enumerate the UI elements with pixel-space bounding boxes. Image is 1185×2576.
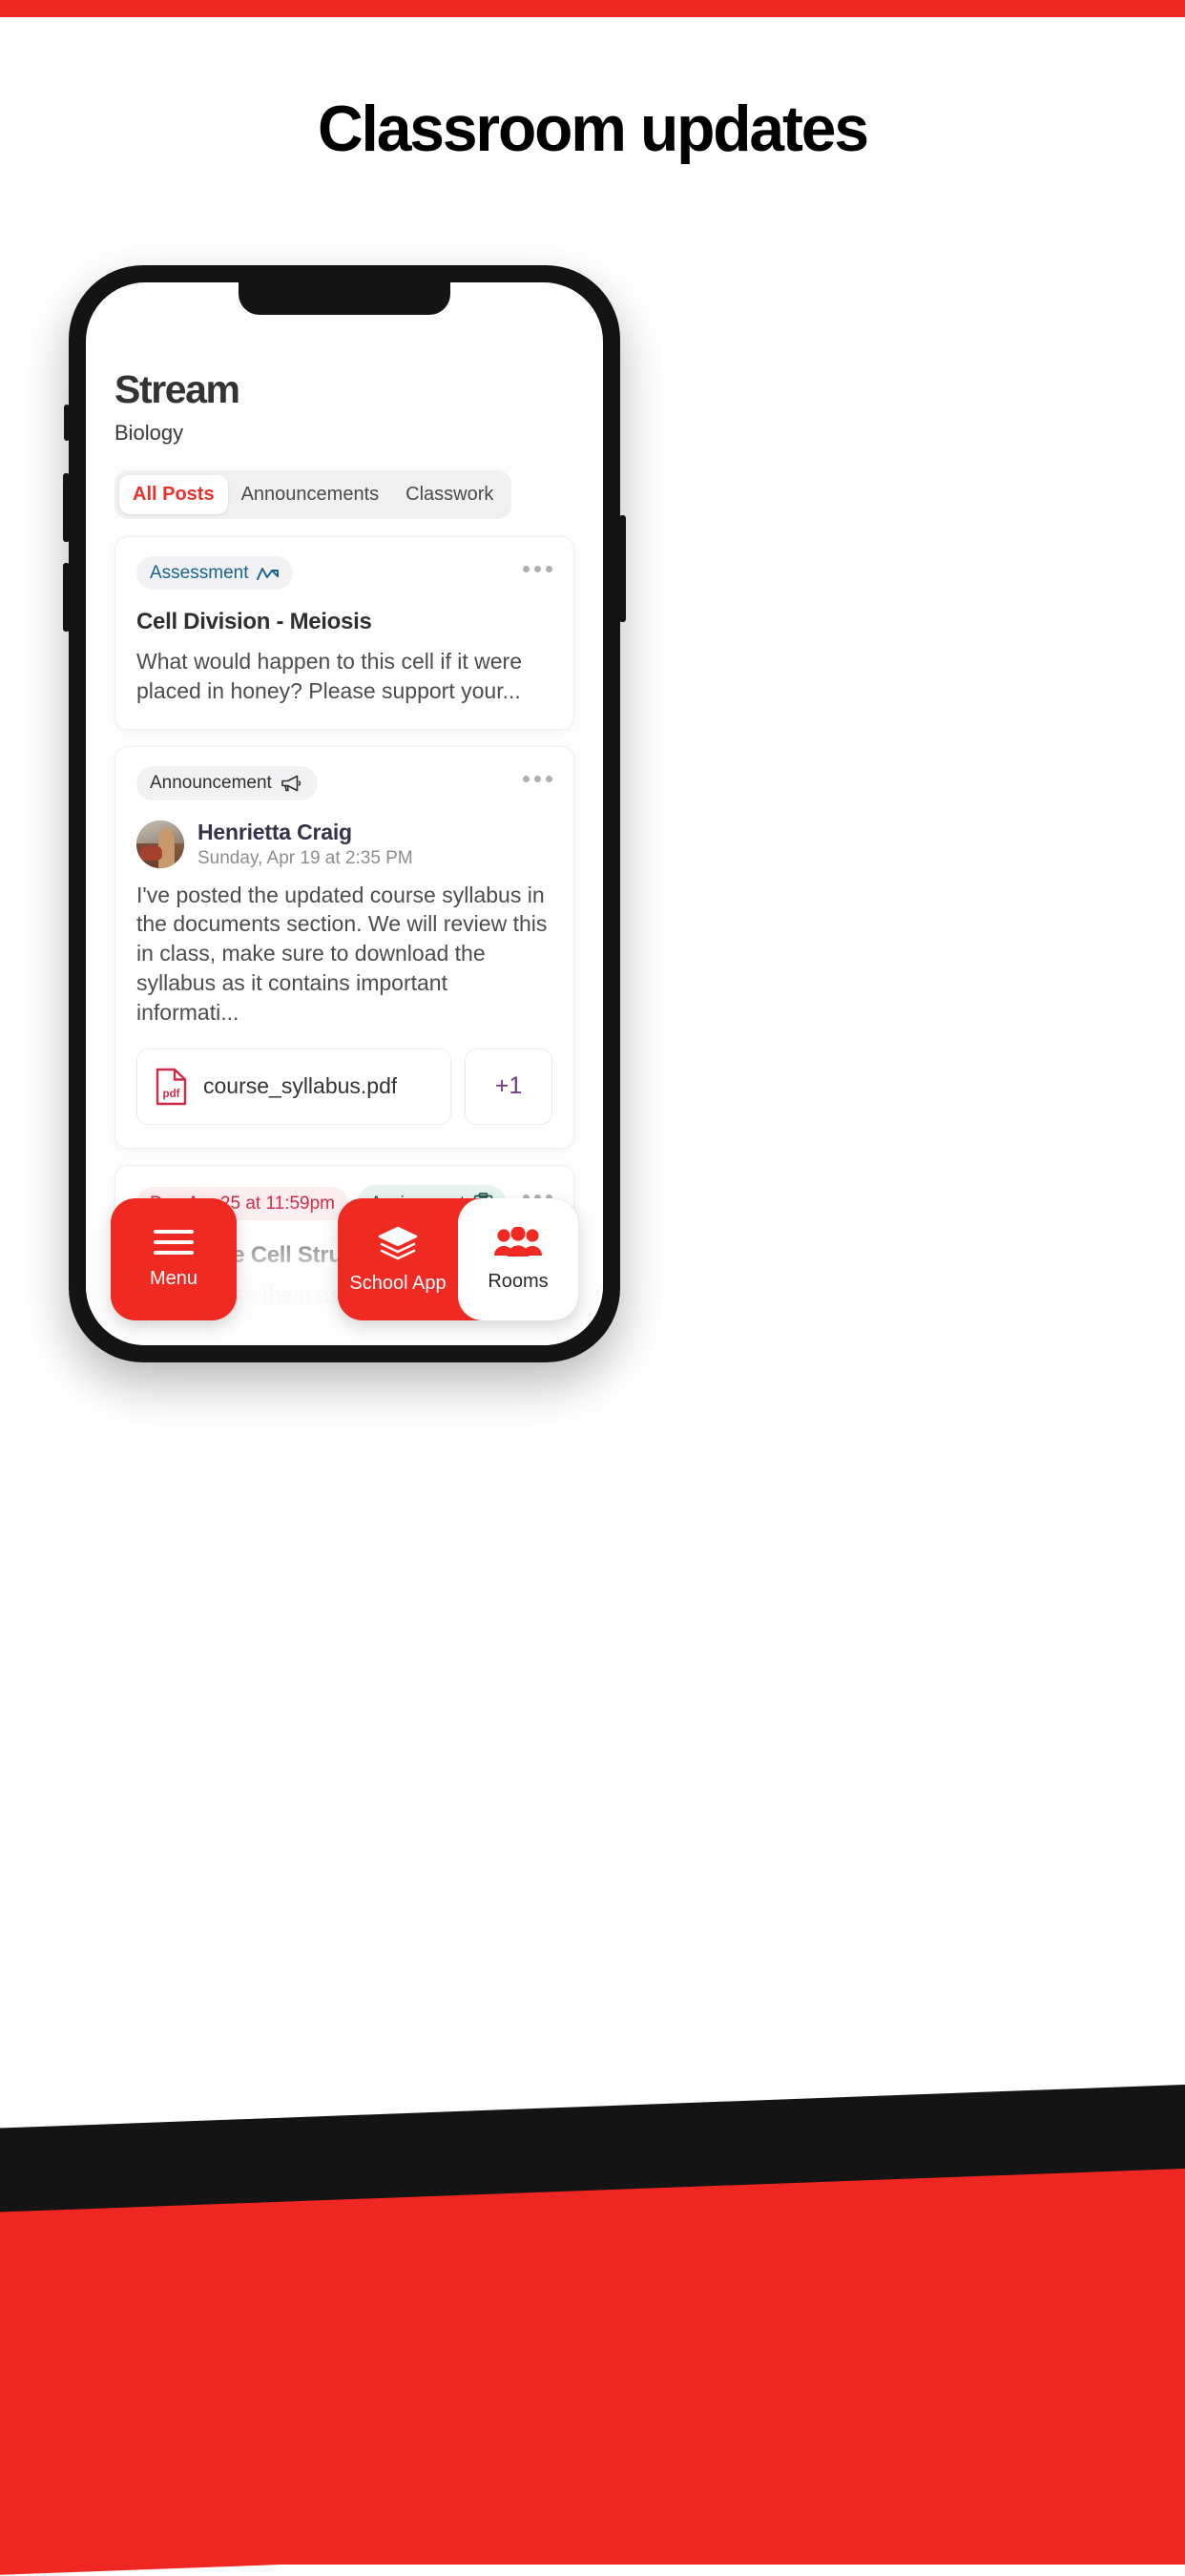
phone-notch bbox=[239, 282, 450, 315]
post-card-assessment[interactable]: Assessment Cell Division - Meiosis What … bbox=[114, 536, 574, 730]
author-name: Henrietta Craig bbox=[198, 819, 352, 844]
overflow-dots-icon[interactable] bbox=[523, 766, 552, 782]
attachment-item[interactable]: pdf course_syllabus.pdf bbox=[136, 1048, 451, 1125]
phone-power-button bbox=[619, 515, 626, 622]
bottom-navigation-bar: Menu School App Rooms bbox=[86, 1198, 603, 1320]
card-header-row: Announcement bbox=[136, 765, 552, 800]
page-headline: Classroom updates bbox=[318, 93, 869, 165]
attachment-row: pdf course_syllabus.pdf +1 bbox=[136, 1048, 552, 1125]
tab-announcements[interactable]: Announcements bbox=[228, 475, 393, 514]
school-app-button[interactable]: School App bbox=[338, 1198, 458, 1320]
phone-mockup: Stream Biology All Posts Announcements C… bbox=[63, 265, 626, 1362]
pdf-file-icon: pdf bbox=[155, 1067, 188, 1107]
badge-announcement-label: Announcement bbox=[150, 773, 272, 794]
attachment-more-button[interactable]: +1 bbox=[465, 1048, 552, 1125]
rooms-label: Rooms bbox=[488, 1270, 549, 1292]
phone-volume-up-button bbox=[63, 473, 70, 542]
svg-text:pdf: pdf bbox=[163, 1089, 180, 1100]
trend-chart-icon bbox=[257, 565, 280, 582]
menu-button[interactable]: Menu bbox=[111, 1198, 237, 1320]
people-group-icon bbox=[493, 1226, 543, 1259]
author-row: Henrietta Craig Sunday, Apr 19 at 2:35 P… bbox=[136, 820, 552, 869]
avatar bbox=[136, 820, 184, 868]
phone-screen: Stream Biology All Posts Announcements C… bbox=[86, 282, 603, 1345]
attachment-filename: course_syllabus.pdf bbox=[203, 1073, 398, 1099]
badge-announcement: Announcement bbox=[136, 765, 318, 800]
tab-classwork[interactable]: Classwork bbox=[392, 475, 507, 514]
post-card-announcement[interactable]: Announcement Henrietta Craig Sunday, Apr… bbox=[114, 745, 574, 1149]
rooms-button[interactable]: Rooms bbox=[458, 1198, 578, 1320]
post-body-line-2: help, for a project or an assignment. Th… bbox=[136, 1340, 552, 1345]
page-title: Stream bbox=[114, 367, 240, 411]
badge-assessment: Assessment bbox=[136, 556, 294, 590]
classroom-app: Stream Biology All Posts Announcements C… bbox=[86, 282, 603, 1345]
badge-group: Announcement bbox=[136, 765, 318, 800]
post-body: I've posted the updated course syllabus … bbox=[136, 882, 548, 1025]
tab-bar: All Posts Announcements Classwork bbox=[114, 470, 512, 519]
post-title: Cell Division - Meiosis bbox=[136, 609, 372, 634]
card-header-row: Assessment bbox=[136, 556, 552, 590]
layers-icon bbox=[376, 1225, 420, 1261]
hamburger-icon bbox=[154, 1229, 194, 1255]
badge-group: Assessment bbox=[136, 556, 294, 590]
phone-silence-switch bbox=[64, 405, 70, 441]
badge-assessment-label: Assessment bbox=[150, 563, 249, 583]
phone-volume-down-button bbox=[63, 563, 70, 632]
school-app-label: School App bbox=[349, 1272, 447, 1294]
course-subtitle: Biology bbox=[114, 421, 184, 445]
overflow-dots-icon[interactable] bbox=[523, 556, 552, 572]
app-header: Stream Biology bbox=[86, 370, 603, 446]
bottom-nav-right-group: School App Rooms bbox=[338, 1198, 578, 1320]
megaphone-icon bbox=[281, 774, 304, 793]
decorative-red-base bbox=[0, 2361, 1185, 2565]
menu-button-label: Menu bbox=[149, 1267, 198, 1289]
author-block: Henrietta Craig Sunday, Apr 19 at 2:35 P… bbox=[198, 820, 413, 869]
top-accent-strip bbox=[0, 0, 1185, 17]
post-body: What would happen to this cell if it wer… bbox=[136, 649, 522, 703]
tab-all-posts[interactable]: All Posts bbox=[119, 475, 228, 514]
post-timestamp: Sunday, Apr 19 at 2:35 PM bbox=[198, 847, 413, 868]
